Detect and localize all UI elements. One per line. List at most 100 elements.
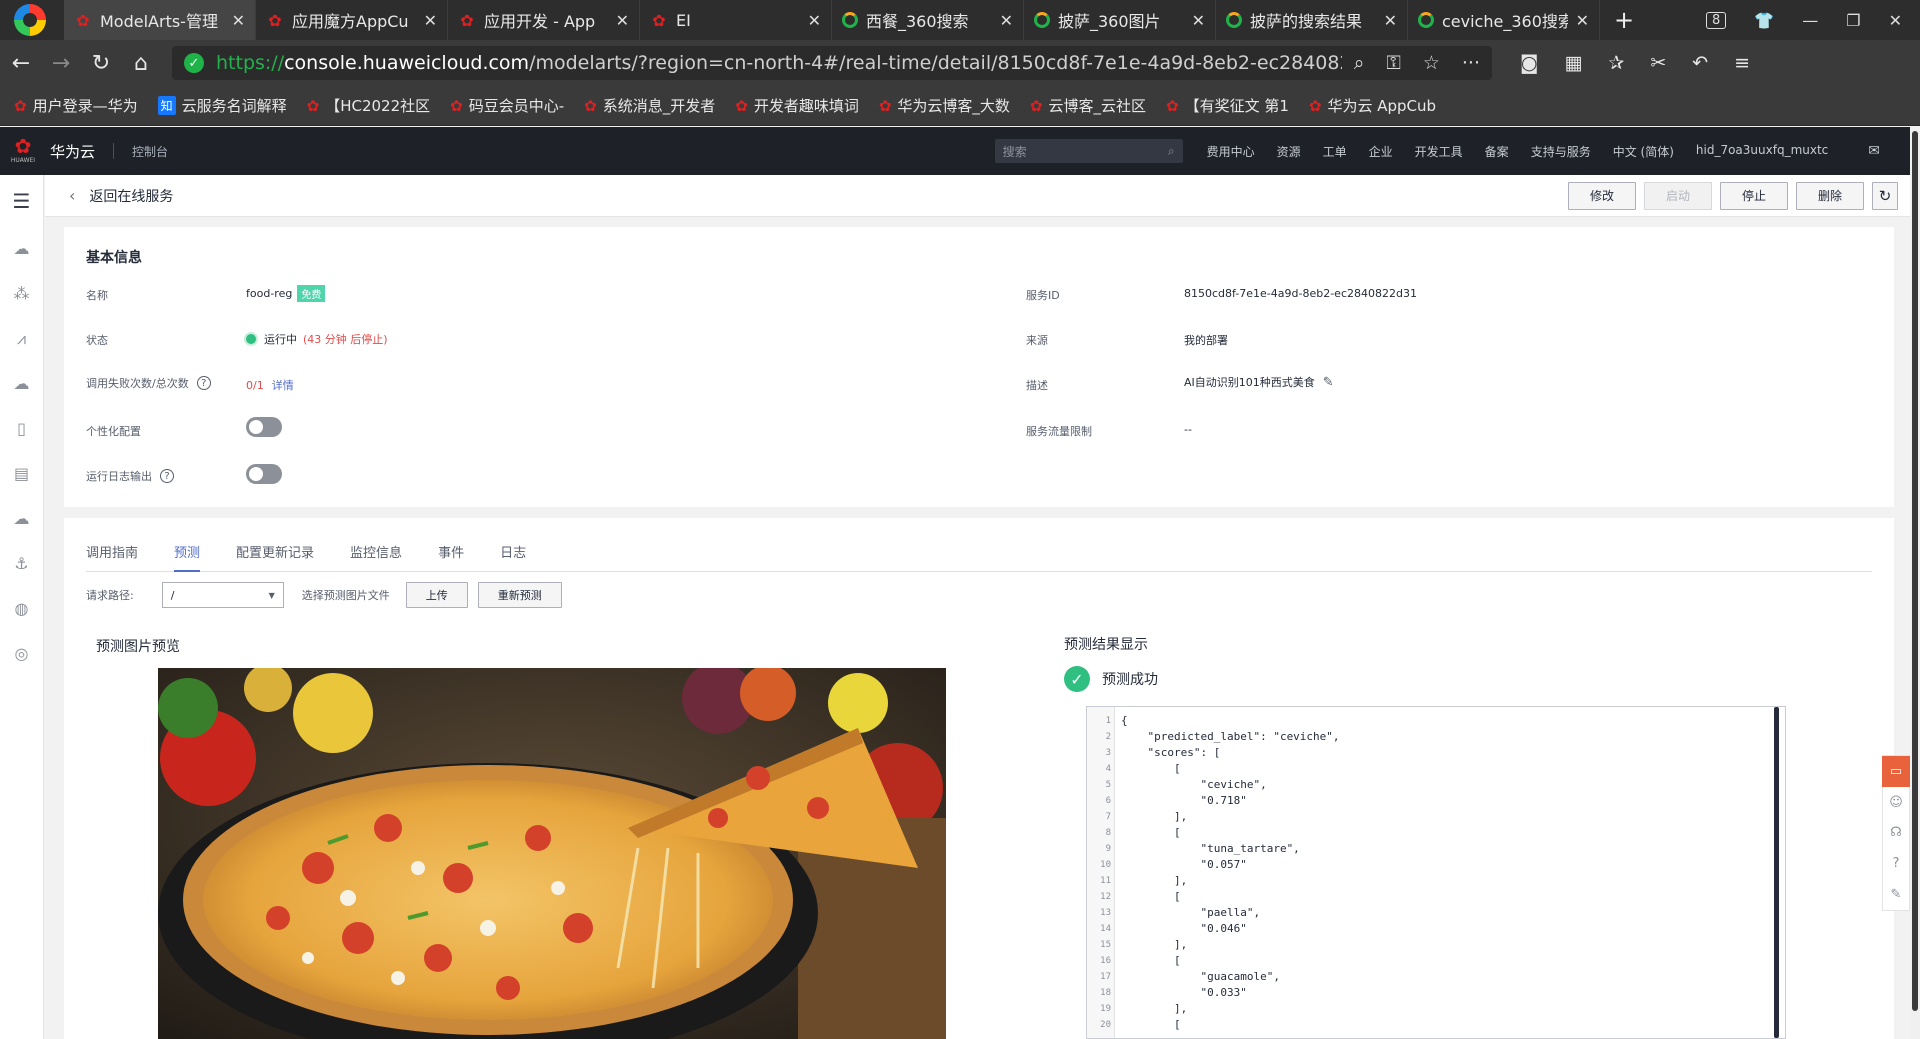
console-nav-item[interactable]: 企业 — [1369, 143, 1393, 160]
feedback-icon[interactable]: ✎ — [1882, 879, 1910, 910]
console-nav-item[interactable]: 开发工具 — [1415, 143, 1463, 160]
storage-icon[interactable]: ▤ — [12, 464, 32, 484]
more-icon[interactable]: ··· — [1462, 52, 1480, 74]
nodes-icon[interactable]: ⁂ — [12, 284, 32, 304]
close-window-button[interactable]: ✕ — [1889, 11, 1902, 30]
calls-detail-link[interactable]: 详情 — [272, 377, 294, 393]
browser-tab[interactable]: ✿ ModelArts-管理 ✕ — [64, 0, 256, 40]
browser-tab[interactable]: 西餐_360搜索 ✕ — [832, 0, 1024, 40]
edit-pencil-icon[interactable]: ✎ — [1323, 375, 1334, 390]
shirt-icon[interactable]: 👕 — [1754, 11, 1774, 30]
detail-tab[interactable]: 监控信息 — [350, 542, 402, 571]
reload-button[interactable]: ↻ — [82, 51, 120, 76]
back-to-services-link[interactable]: ‹ 返回在线服务 — [69, 186, 173, 206]
question-icon[interactable]: ? — [1882, 848, 1910, 879]
close-tab-icon[interactable]: ✕ — [616, 11, 629, 30]
detail-tab[interactable]: 配置更新记录 — [236, 542, 314, 571]
detail-tab[interactable]: 事件 — [438, 542, 464, 571]
anchor-icon[interactable]: ⚓ — [12, 554, 32, 574]
browser-tab[interactable]: ✿ EI ✕ — [640, 0, 832, 40]
browser-tab[interactable]: ✿ 应用魔方AppCu ✕ — [256, 0, 448, 40]
bookmark-item[interactable]: ✿ 码豆会员中心- — [450, 95, 564, 116]
bookmark-item[interactable]: ✿ 开发者趣味填词 — [735, 95, 859, 116]
bookmark-item[interactable]: ✿ 云博客_云社区 — [1030, 95, 1146, 116]
bookmark-item[interactable]: ✿ 华为云 AppCub — [1309, 95, 1436, 116]
restore-button[interactable]: ❐ — [1846, 11, 1860, 30]
refresh-button[interactable]: ↻ — [1872, 181, 1898, 210]
huawei-logo-icon[interactable]: ✿ HUAWEI — [10, 136, 36, 166]
browser-tab[interactable]: ✿ 应用开发 - App ✕ — [448, 0, 640, 40]
detail-tab[interactable]: 预测 — [174, 542, 201, 572]
home-button[interactable]: ⌂ — [122, 51, 160, 76]
result-json-viewer[interactable]: 1{2 "predicted_label": "ceviche", 3 "scor… — [1086, 706, 1786, 1039]
scrollbar-thumb[interactable] — [1912, 131, 1918, 1011]
console-nav-item[interactable]: 备案 — [1485, 143, 1509, 160]
shield-extension-icon[interactable]: ◙ — [1520, 52, 1538, 74]
menu-toggle-icon[interactable]: ☰ — [12, 191, 32, 211]
upload-button[interactable]: 上传 — [405, 582, 468, 608]
close-tab-icon[interactable]: ✕ — [1192, 11, 1205, 30]
close-tab-icon[interactable]: ✕ — [1384, 11, 1397, 30]
close-tab-icon[interactable]: ✕ — [1576, 11, 1589, 30]
undo-icon[interactable]: ↶ — [1692, 52, 1708, 74]
delete-button[interactable]: 删除 — [1796, 181, 1864, 210]
browser-logo-icon[interactable] — [14, 4, 46, 36]
globe-icon[interactable]: ◍ — [12, 599, 32, 619]
request-path-select[interactable]: / ▼ — [161, 582, 284, 608]
cloud-service-icon[interactable]: ☁ — [12, 509, 32, 529]
menu-icon[interactable]: ≡ — [1734, 52, 1750, 74]
console-nav-item[interactable]: 支持与服务 — [1531, 143, 1591, 160]
browser-tab[interactable]: 披萨的搜索结果 ✕ — [1216, 0, 1408, 40]
cloud-icon[interactable]: ☁ — [12, 239, 32, 259]
mail-icon[interactable]: ✉ — [1868, 143, 1880, 159]
bookmark-item[interactable]: ✿ 【有奖征文 第1 — [1166, 95, 1289, 116]
star-icon[interactable]: ☆ — [1423, 52, 1440, 74]
smile-icon[interactable]: ☺ — [1882, 787, 1910, 818]
detail-tab[interactable]: 调用指南 — [86, 542, 138, 571]
apps-grid-icon[interactable]: ▦ — [1564, 52, 1582, 74]
new-tab-button[interactable]: + — [1614, 6, 1644, 34]
browser-tab[interactable]: ceviche_360搜索 ✕ — [1408, 0, 1600, 40]
chat-icon[interactable]: ▭ — [1882, 756, 1910, 787]
console-nav-item[interactable]: 工单 — [1323, 143, 1347, 160]
bookmark-item[interactable]: 知云服务名词解释 — [157, 95, 287, 116]
close-tab-icon[interactable]: ✕ — [808, 11, 821, 30]
code-scrollbar[interactable] — [1774, 707, 1779, 1038]
cloud-drive-icon[interactable]: ☁ — [12, 374, 32, 394]
favorites-icon[interactable]: ✰ — [1608, 52, 1624, 74]
console-nav-item[interactable]: hid_7oa3uuxfq_muxtc — [1696, 143, 1828, 160]
brand-name[interactable]: 华为云 — [50, 141, 95, 162]
console-search-input[interactable]: 搜索 ⌕ — [994, 139, 1183, 163]
close-tab-icon[interactable]: ✕ — [1000, 11, 1013, 30]
back-button[interactable]: ← — [2, 51, 40, 76]
edit-button[interactable]: 修改 — [1568, 181, 1636, 210]
close-tab-icon[interactable]: ✕ — [424, 11, 437, 30]
support-icon[interactable]: ◎ — [12, 644, 32, 664]
console-nav-item[interactable]: 中文 (简体) — [1613, 143, 1674, 160]
page-scrollbar[interactable] — [1910, 127, 1920, 1039]
database-icon[interactable]: ▯ — [12, 419, 32, 439]
key-icon[interactable]: ⚿ — [1386, 52, 1400, 74]
detail-tab[interactable]: 日志 — [500, 542, 526, 571]
console-nav-item[interactable]: 费用中心 — [1207, 143, 1255, 160]
minimize-button[interactable]: — — [1802, 11, 1818, 30]
bookmark-item[interactable]: ✿ 华为云博客_大数 — [879, 95, 1010, 116]
search-icon[interactable]: ⌕ — [1168, 144, 1175, 159]
log-output-toggle[interactable] — [246, 464, 282, 484]
bookmark-item[interactable]: ✿ 用户登录—华为 — [14, 95, 138, 116]
start-button[interactable]: 启动 — [1644, 181, 1712, 210]
console-link[interactable]: 控制台 — [132, 143, 168, 160]
tab-count-button[interactable]: 8 — [1706, 11, 1727, 29]
bookmark-item[interactable]: ✿ 【HC2022社区 — [307, 95, 431, 116]
console-nav-item[interactable]: 资源 — [1277, 143, 1301, 160]
close-tab-icon[interactable]: ✕ — [232, 11, 245, 30]
help-icon[interactable]: ? — [160, 469, 174, 483]
bookmark-item[interactable]: ✿ 系统消息_开发者 — [584, 95, 715, 116]
personal-config-toggle[interactable] — [246, 417, 282, 437]
headset-icon[interactable]: ☊ — [1882, 818, 1910, 849]
zoom-icon[interactable]: ⌕ — [1354, 52, 1365, 74]
scissors-icon[interactable]: ✂ — [1650, 52, 1666, 74]
browser-tab[interactable]: 披萨_360图片 ✕ — [1024, 0, 1216, 40]
url-field[interactable]: ✓ https://console.huaweicloud.com/modela… — [172, 46, 1492, 80]
forward-button[interactable]: → — [42, 51, 80, 76]
